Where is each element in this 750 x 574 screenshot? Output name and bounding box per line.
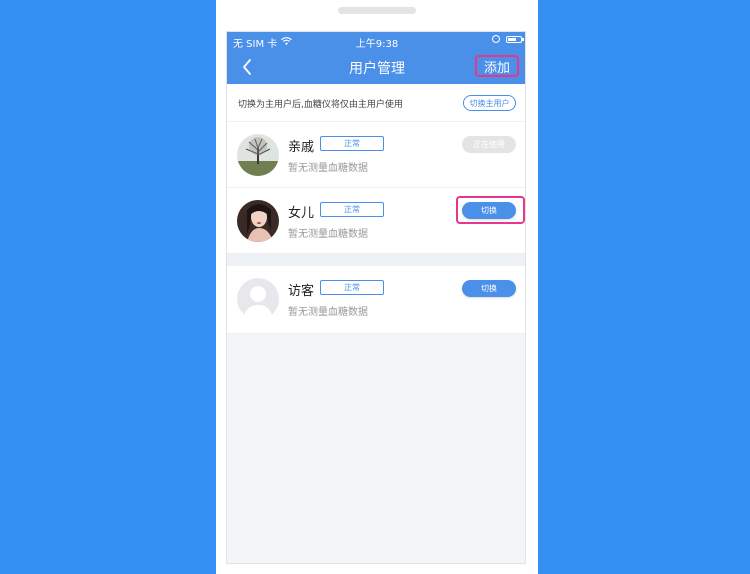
switch-main-user-label: 切换主用户 <box>469 98 510 108</box>
avatar <box>237 278 279 320</box>
status-bar: 无 SIM 卡 上午9:38 <box>227 32 525 50</box>
in-use-label: 正在使用 <box>473 140 505 149</box>
status-badge: 正常 <box>320 136 384 151</box>
add-user-label: 添加 <box>483 60 510 76</box>
nav-bar: 用户管理 添加 <box>227 50 525 84</box>
switch-user-button[interactable]: 切换 <box>462 280 516 297</box>
switch-user-button[interactable]: 切换 <box>462 202 516 219</box>
user-subtitle: 暂无测量血糖数据 <box>288 307 368 318</box>
status-badge: 正常 <box>320 280 384 295</box>
user-subtitle: 暂无测量血糖数据 <box>288 163 368 174</box>
phone-speaker <box>338 7 416 14</box>
switch-hint-row: 切换为主用户后,血糖仪将仅由主用户使用 切换主用户 <box>227 84 525 122</box>
section-divider <box>227 254 525 266</box>
status-badge-label: 正常 <box>344 283 360 292</box>
status-time: 上午9:38 <box>355 39 399 50</box>
rotation-lock-icon <box>492 35 500 43</box>
avatar <box>237 200 279 242</box>
user-name: 亲戚 <box>288 140 315 155</box>
switch-user-label: 切换 <box>481 206 497 215</box>
avatar <box>237 134 279 176</box>
user-row-relative[interactable]: 亲戚 正常 暂无测量血糖数据 正在使用 <box>227 122 525 188</box>
tree-photo-icon <box>237 134 279 176</box>
phone-frame: 无 SIM 卡 上午9:38 用户管理 添加 切换为主用户后,血糖仪将仅由主用户… <box>216 0 538 574</box>
girl-photo-icon <box>237 200 279 242</box>
status-right <box>492 35 524 43</box>
battery-icon <box>506 35 524 43</box>
app-screen: 无 SIM 卡 上午9:38 用户管理 添加 切换为主用户后,血糖仪将仅由主用户… <box>226 31 526 564</box>
status-badge-label: 正常 <box>344 139 360 148</box>
user-subtitle: 暂无测量血糖数据 <box>288 229 368 240</box>
user-name: 女儿 <box>288 206 315 221</box>
switch-main-user-button[interactable]: 切换主用户 <box>463 95 516 111</box>
in-use-button: 正在使用 <box>462 136 516 153</box>
add-user-button[interactable]: 添加 <box>475 55 519 77</box>
status-badge-label: 正常 <box>344 205 360 214</box>
switch-hint-text: 切换为主用户后,血糖仪将仅由主用户使用 <box>238 100 403 110</box>
user-name: 访客 <box>288 284 315 299</box>
user-row-guest[interactable]: 访客 正常 暂无测量血糖数据 切换 <box>227 266 525 334</box>
default-avatar-icon <box>237 278 279 320</box>
user-row-daughter[interactable]: 女儿 正常 暂无测量血糖数据 切换 <box>227 188 525 254</box>
switch-user-label: 切换 <box>481 284 497 293</box>
status-badge: 正常 <box>320 202 384 217</box>
